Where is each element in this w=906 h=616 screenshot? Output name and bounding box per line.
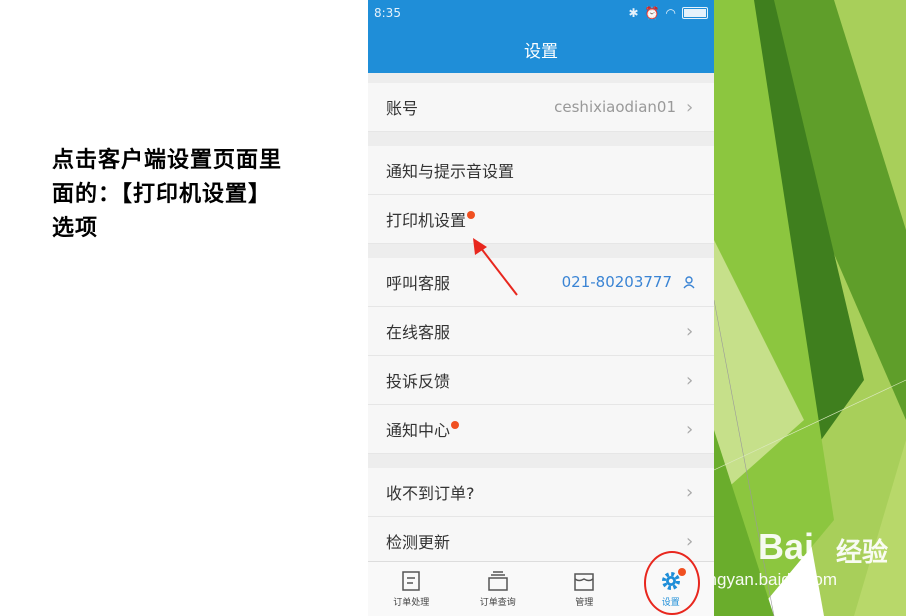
chevron-right-icon: › [686,530,694,552]
status-time: 8:35 [374,5,401,20]
stack-icon [488,571,508,591]
online-service-label: 在线客服 [386,323,451,342]
annotation-arrow [473,238,518,296]
instruction-text: 点击客户端设置页面里面的：【打印机设置】选项 [52,147,283,241]
alarm-icon: ⏰ [644,5,660,20]
tab-label: 订单处理 [393,598,430,608]
notification-sound-row[interactable]: 通知与提示音设置 [368,146,714,195]
call-service-number: 021-80203777 [561,273,672,291]
store-icon [574,573,594,591]
settings-list: 账号 ceshixiaodian01 › 通知与提示音设置 打印机设置 呼叫客服… [368,73,714,566]
annotation-circle [644,551,700,615]
feedback-label: 投诉反馈 [386,372,451,391]
chevron-right-icon: › [686,481,694,503]
notification-sound-label: 通知与提示音设置 [386,162,515,181]
headset-icon [682,275,696,289]
page-title-bar: 设置 [368,25,714,73]
no-orders-label: 收不到订单? [386,484,475,503]
printer-settings-row[interactable]: 打印机设置 [368,195,714,244]
call-service-row[interactable]: 呼叫客服 021-80203777 [368,258,714,307]
tab-label: 订单查询 [479,598,516,608]
chevron-right-icon: › [686,96,694,118]
order-list-icon [402,571,420,591]
watermark-logo: Bai [758,526,815,567]
account-value: ceshixiaodian01 [554,98,676,116]
status-bar: 8:35 ✱ ⏰ ◠ [368,0,714,25]
account-row[interactable]: 账号 ceshixiaodian01 › [368,83,714,132]
watermark-url: jingyan.baidu.com [700,570,838,589]
status-icons: ✱ ⏰ ◠ [628,5,708,20]
phone-screen: 8:35 ✱ ⏰ ◠ 设置 账号 ceshixiaodian01 › 通知与提示… [368,0,714,616]
badge-dot-icon [467,211,476,219]
chevron-right-icon: › [686,369,694,391]
tab-order-processing[interactable]: 订单处理 [368,562,455,616]
notification-center-row[interactable]: 通知中心 › [368,405,714,454]
tab-manage[interactable]: 管理 [541,562,628,616]
notification-center-label: 通知中心 [386,421,451,440]
tab-label: 管理 [575,598,594,608]
wifi-icon: ◠ [665,5,676,20]
baidu-watermark: Bai 经验 jingyan.baidu.com [700,520,900,600]
watermark-logo-cn: 经验 [836,538,889,568]
badge-dot-icon [451,421,460,429]
check-update-label: 检测更新 [386,533,451,552]
tab-order-query[interactable]: 订单查询 [455,562,542,616]
feedback-row[interactable]: 投诉反馈 › [368,356,714,405]
battery-icon [682,6,708,19]
chevron-right-icon: › [686,320,694,342]
printer-settings-label: 打印机设置 [386,211,467,230]
account-label: 账号 [386,99,419,118]
online-service-row[interactable]: 在线客服 › [368,307,714,356]
no-orders-row[interactable]: 收不到订单? › [368,468,714,517]
chevron-right-icon: › [686,418,694,440]
page-title: 设置 [524,41,558,62]
bluetooth-icon: ✱ [628,5,639,20]
